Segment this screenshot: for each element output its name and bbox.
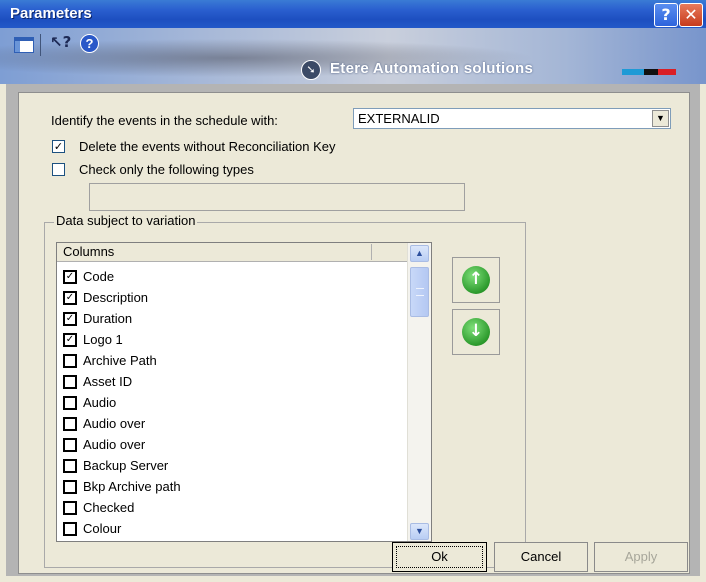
parameters-dialog: Parameters ? ✕ ↖? ? ➘ Etere Automation s… [0, 0, 706, 582]
list-item-checkbox[interactable] [63, 354, 77, 368]
brand-bar-blue [622, 69, 644, 75]
delete-events-label: Delete the events without Reconciliation… [79, 139, 336, 154]
list-item-label: Duration [83, 311, 133, 326]
list-item-checkbox[interactable]: ✓ [63, 270, 77, 284]
column-divider[interactable] [371, 244, 372, 260]
types-field [89, 183, 465, 211]
list-item-label: Code [83, 269, 115, 284]
whats-this-icon[interactable]: ↖? [50, 33, 71, 53]
list-item-checkbox[interactable] [63, 438, 77, 452]
list-item-checkbox[interactable] [63, 396, 77, 410]
list-item-checkbox[interactable]: ✓ [63, 291, 77, 305]
ok-button[interactable]: Ok [392, 542, 487, 572]
list-item-checkbox[interactable] [63, 501, 77, 515]
delete-events-checkbox[interactable]: ✓ [52, 140, 65, 153]
apply-button[interactable]: Apply [594, 542, 688, 572]
columns-header-label: Columns [63, 244, 115, 259]
list-item-label: Description [83, 290, 149, 305]
list-item-checkbox[interactable] [63, 480, 77, 494]
list-item-label: Audio [83, 395, 117, 410]
list-item-checkbox[interactable]: ✓ [63, 312, 77, 326]
toolbar-separator [40, 34, 41, 56]
list-item-label: Checked [83, 500, 135, 515]
vertical-scrollbar[interactable]: ▲ ▼ [407, 243, 431, 541]
list-item-checkbox[interactable] [63, 375, 77, 389]
identify-select[interactable]: EXTERNALID ▼ [353, 108, 671, 129]
brand-bar-black [644, 69, 658, 75]
identify-label: Identify the events in the schedule with… [51, 113, 278, 128]
move-down-button[interactable]: ↓ [452, 309, 500, 355]
arrow-up-icon: ↑ [462, 266, 490, 294]
info-icon[interactable]: ? [80, 34, 99, 53]
grid-view-icon[interactable] [14, 37, 34, 53]
title-bar: Parameters ? ✕ [0, 0, 706, 28]
list-item-checkbox[interactable] [63, 459, 77, 473]
list-item-label: Asset ID [83, 374, 133, 389]
group-title: Data subject to variation [54, 213, 198, 228]
check-types-checkbox[interactable] [52, 163, 65, 176]
brand-text: Etere Automation solutions [330, 60, 534, 77]
scroll-thumb[interactable] [410, 267, 429, 317]
cancel-button[interactable]: Cancel [494, 542, 588, 572]
brand-color-bars [622, 69, 676, 75]
toolbar-banner: ↖? ? ➘ Etere Automation solutions [0, 28, 706, 84]
window-title: Parameters [10, 5, 92, 22]
list-item-checkbox[interactable]: ✓ [63, 333, 77, 347]
list-item-label: Colour [83, 521, 122, 536]
help-button[interactable]: ? [654, 3, 678, 27]
list-item-checkbox[interactable] [63, 417, 77, 431]
list-item-label: Audio over [83, 416, 146, 431]
list-item-label: Backup Server [83, 458, 169, 473]
check-types-label: Check only the following types [79, 162, 254, 177]
close-button[interactable]: ✕ [679, 3, 703, 27]
scroll-down-icon[interactable]: ▼ [410, 523, 429, 540]
list-item-checkbox[interactable] [63, 522, 77, 536]
list-item-label: Archive Path [83, 353, 157, 368]
columns-header[interactable]: Columns [57, 243, 407, 262]
identify-select-value: EXTERNALID [358, 111, 440, 126]
list-item-label: Bkp Archive path [83, 479, 181, 494]
arrow-down-icon: ↓ [462, 318, 490, 346]
list-item-label: Audio over [83, 437, 146, 452]
list-item-label: Logo 1 [83, 332, 123, 347]
arrow-circle-icon: ➘ [301, 60, 321, 80]
move-up-button[interactable]: ↑ [452, 257, 500, 303]
columns-list[interactable]: Columns ✓ Code ✓ Description ✓ Duration ✓ Logo … [56, 242, 432, 542]
brand-bar-red [658, 69, 676, 75]
scroll-up-icon[interactable]: ▲ [410, 245, 429, 262]
dropdown-arrow-icon[interactable]: ▼ [652, 110, 669, 127]
